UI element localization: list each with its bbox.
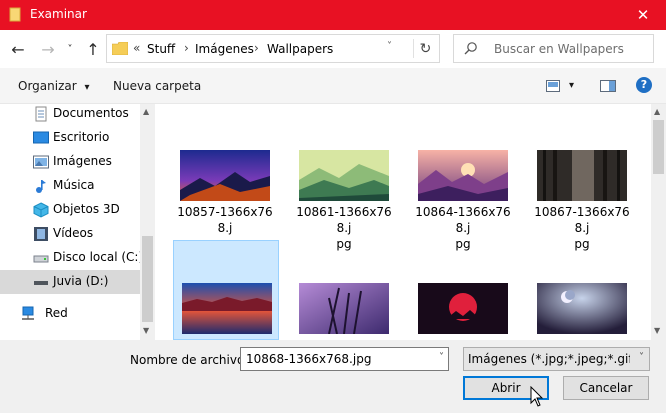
preview-pane-icon[interactable] — [600, 80, 616, 92]
breadcrumb-stuff[interactable]: Stuff — [147, 42, 175, 56]
sidebar-item-label: Disco local (C:) — [53, 250, 144, 264]
breadcrumb-separator[interactable]: › — [254, 41, 259, 55]
mouse-cursor-icon — [530, 386, 544, 407]
change-view-icon[interactable] — [546, 80, 560, 92]
folder-icon — [9, 7, 21, 22]
network-icon — [22, 306, 34, 320]
folder-icon — [112, 42, 128, 55]
address-bar[interactable]: « Stuff › Imágenes › Wallpapers ˅ ↻ — [106, 34, 440, 63]
new-folder-button[interactable]: Nueva carpeta — [113, 79, 201, 93]
search-icon — [464, 42, 477, 55]
refresh-icon[interactable]: ↻ — [413, 39, 437, 58]
drive-icon — [34, 281, 48, 285]
scrollbar-thumb[interactable] — [142, 236, 153, 322]
organize-label: Organizar — [18, 79, 77, 93]
window-title: Examinar — [30, 7, 87, 21]
file-tile[interactable] — [529, 240, 635, 340]
pictures-icon — [33, 155, 49, 169]
filename-input[interactable]: 10868-1366x768.jpg ˅ — [240, 347, 449, 371]
3d-objects-icon — [33, 202, 49, 218]
sidebar-scrollbar[interactable]: ▲ ▼ — [140, 104, 155, 340]
breadcrumb-imagenes[interactable]: Imágenes — [195, 42, 254, 56]
recent-locations-button[interactable]: ˅ — [63, 39, 77, 59]
sidebar-item-imagenes[interactable]: Imágenes — [0, 150, 140, 174]
file-tile[interactable]: 10867-1366x768.j pg — [529, 140, 635, 251]
search-placeholder: Buscar en Wallpapers — [494, 42, 624, 56]
drive-icon — [33, 255, 49, 263]
sidebar-item-label: Red — [45, 306, 68, 320]
sidebar-item-juvia[interactable]: Juvia (D:) — [0, 270, 140, 294]
scroll-down-icon[interactable]: ▼ — [143, 326, 149, 335]
videos-icon — [34, 227, 48, 241]
filename-value: 10868-1366x768.jpg — [246, 352, 372, 366]
navigation-pane: Documentos Escritorio Imágenes Música Ob… — [0, 104, 155, 340]
up-button[interactable]: ↑ — [83, 39, 103, 59]
chevron-down-icon: ▾ — [84, 82, 90, 93]
file-tile-selected[interactable] — [173, 240, 279, 340]
breadcrumb-wallpapers[interactable]: Wallpapers — [267, 42, 333, 56]
document-icon — [35, 106, 47, 122]
sidebar-item-label: Documentos — [53, 106, 129, 120]
sidebar-item-label: Juvia (D:) — [53, 274, 109, 288]
sidebar-item-objetos-3d[interactable]: Objetos 3D — [0, 198, 140, 222]
thumbnail-image — [418, 150, 508, 201]
thumbnail-image — [180, 150, 270, 201]
breadcrumb-separator[interactable]: › — [184, 41, 189, 55]
thumbnail-image — [182, 283, 272, 334]
sidebar-item-disco-local[interactable]: Disco local (C:) — [0, 246, 144, 270]
breadcrumb-overflow[interactable]: « — [133, 41, 140, 55]
help-icon[interactable]: ? — [636, 77, 652, 93]
dialog-footer: Nombre de archivo: 10868-1366x768.jpg ˅ … — [0, 340, 666, 413]
organize-button[interactable]: Organizar ▾ — [18, 79, 90, 93]
scroll-down-icon[interactable]: ▼ — [654, 326, 660, 335]
file-list: 10857-1366x768.jpg 10861-1366x768.jpg 10… — [155, 104, 651, 340]
command-bar: Organizar ▾ Nueva carpeta ▾ ? — [0, 68, 666, 104]
sidebar-item-label: Vídeos — [53, 226, 94, 240]
sidebar-item-documentos[interactable]: Documentos — [0, 104, 140, 126]
thumbnail-image — [299, 150, 389, 201]
thumbnail-image — [418, 283, 508, 334]
close-button[interactable]: ✕ — [620, 0, 666, 30]
chevron-down-icon[interactable]: ˅ — [639, 352, 644, 363]
music-icon — [36, 180, 46, 193]
scroll-up-icon[interactable]: ▲ — [143, 107, 149, 116]
file-type-select[interactable]: Imágenes (*.jpg;*.jpeg;*.gif;*.pr ˅ — [463, 347, 650, 371]
thumbnail-image — [299, 283, 389, 334]
filename-label: Nombre de archivo: — [130, 353, 249, 367]
sidebar-item-label: Objetos 3D — [53, 202, 120, 216]
search-box[interactable]: Buscar en Wallpapers — [453, 34, 654, 63]
thumbnail-image — [537, 283, 627, 334]
desktop-icon — [33, 131, 49, 144]
thumbnail-image — [537, 150, 627, 201]
back-button[interactable]: ← — [8, 39, 28, 59]
file-tile[interactable]: 10861-1366x768.j pg — [291, 140, 397, 251]
sidebar-item-videos[interactable]: Vídeos — [0, 222, 140, 246]
file-list-scrollbar[interactable]: ▲ ▼ — [651, 104, 666, 340]
sidebar-item-escritorio[interactable]: Escritorio — [0, 126, 140, 150]
cancel-button[interactable]: Cancelar — [563, 376, 649, 400]
sidebar-item-musica[interactable]: Música — [0, 174, 140, 198]
file-tile[interactable]: 10857-1366x768.jpg — [172, 140, 278, 251]
forward-button[interactable]: → — [38, 39, 58, 59]
sidebar-item-label: Imágenes — [53, 154, 112, 168]
address-dropdown[interactable]: ˅ — [387, 41, 392, 52]
sidebar-item-red[interactable]: Red — [0, 302, 140, 326]
scrollbar-thumb[interactable] — [653, 120, 664, 174]
sidebar-item-label: Música — [53, 178, 95, 192]
file-tile[interactable] — [291, 240, 397, 340]
sidebar-item-label: Escritorio — [53, 130, 110, 144]
title-bar: Examinar ✕ — [0, 0, 666, 30]
file-tile[interactable]: 10864-1366x768.j pg — [410, 140, 516, 251]
chevron-down-icon[interactable]: ˅ — [439, 352, 444, 363]
scroll-up-icon[interactable]: ▲ — [654, 107, 660, 116]
file-type-value: Imágenes (*.jpg;*.jpeg;*.gif;*.pr — [468, 352, 630, 366]
view-options-dropdown[interactable]: ▾ — [569, 80, 574, 91]
file-tile[interactable] — [410, 240, 516, 340]
